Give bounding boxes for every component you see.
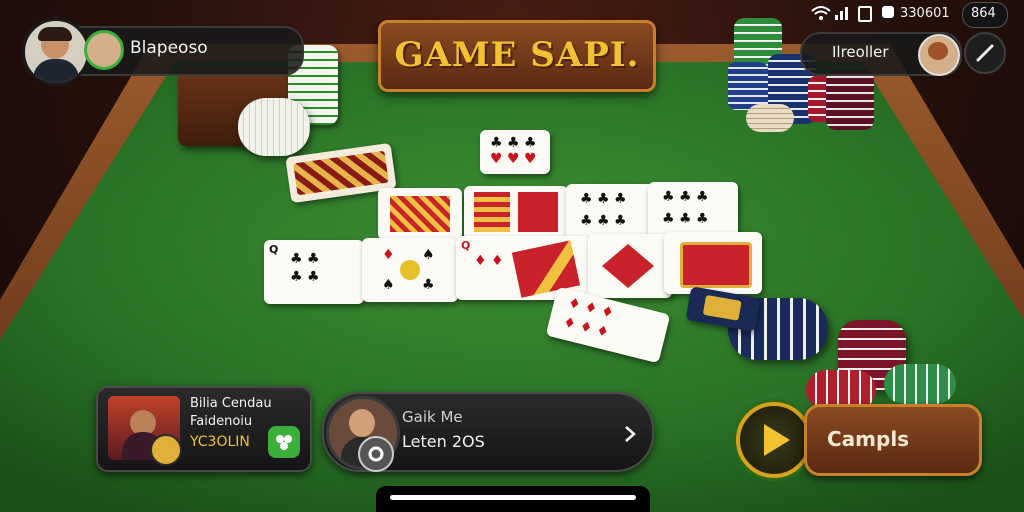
edit-pencil-icon [976, 44, 994, 62]
card-row2-1[interactable]: Q ♣ ♣ ♣ ♣ [264, 240, 364, 304]
game-scene: ♣ ♣ ♣ ♥ ♥ ♥ ♣ ♣ ♣ ♣ ♣ ♣ ♣ ♣ ♣ ♣ ♣ ♣ Q ♣ … [0, 0, 1024, 512]
player-name: Blapeoso [130, 38, 208, 58]
title-text: GAME SAPI. [394, 35, 640, 75]
chip-stack-green-bottom [884, 364, 956, 404]
cards-action-icon [276, 435, 292, 450]
card-row1-3[interactable]: ♣ ♣ ♣ ♣ ♣ ♣ [566, 184, 654, 240]
edit-button[interactable] [964, 32, 1006, 74]
card-face-down-top[interactable]: ♣ ♣ ♣ ♥ ♥ ♥ [480, 130, 550, 174]
card-row2-2[interactable]: ♦ ♠ ♠ ♣ [362, 238, 458, 302]
player-level-badge [84, 30, 124, 70]
chevron-right-icon[interactable] [620, 424, 640, 444]
bottom-center-line1: Gaik Me [402, 408, 463, 426]
bottom-left-line3: YC3OLIN [190, 434, 250, 450]
status-square-icon [858, 6, 872, 22]
play-icon [764, 424, 790, 456]
wifi-icon [811, 6, 831, 20]
card-row1-2[interactable] [464, 186, 568, 240]
bottom-left-line1: Bilia Cendau [190, 396, 272, 411]
bottom-center-line2: Leten 2OS [402, 432, 485, 451]
opponent-name: Ilreoller [832, 43, 889, 61]
cards-icon [150, 434, 182, 466]
battery-level: 864 [971, 6, 996, 21]
card-row1-1[interactable] [378, 188, 462, 240]
card-row2-5[interactable] [664, 232, 762, 294]
title-banner: GAME SAPI. [378, 20, 656, 92]
chip-stack-cream [746, 104, 794, 132]
status-counter: 330601 [900, 6, 950, 21]
opponent-avatar[interactable] [918, 34, 960, 76]
player-avatar[interactable] [22, 18, 90, 86]
home-indicator [376, 486, 650, 512]
signal-icon [835, 7, 848, 20]
action-button-label: Campls [827, 427, 910, 451]
action-button[interactable]: Campls [804, 404, 982, 476]
card-row2-4[interactable] [588, 234, 672, 298]
battery-icon [882, 6, 894, 18]
bottom-left-line2: Faidenoiu [190, 414, 253, 429]
settings-icon[interactable] [358, 436, 394, 472]
card-row1-4[interactable]: ♣ ♣ ♣ ♣ ♣ ♣ [648, 182, 738, 238]
play-button[interactable] [736, 402, 812, 478]
bottom-left-action[interactable] [268, 426, 300, 458]
chip-roll-white [238, 98, 310, 156]
chip-stack-blue [728, 62, 768, 110]
chip-stack-maroon [826, 70, 874, 130]
